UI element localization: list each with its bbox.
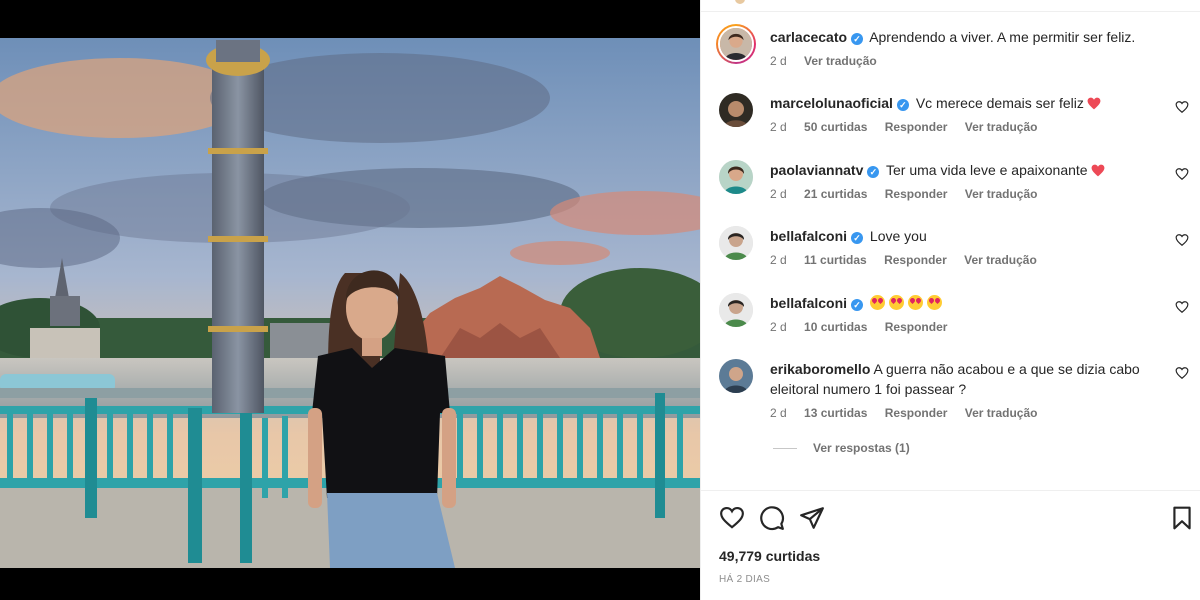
- comment-likes[interactable]: 10 curtidas: [804, 320, 867, 334]
- heart-small-icon[interactable]: [1175, 366, 1189, 380]
- red-heart-icon: [1091, 164, 1105, 177]
- heart-eyes-emoji-icon: [869, 295, 885, 310]
- reply-button[interactable]: Responder: [885, 187, 948, 201]
- commenter-avatar[interactable]: [719, 160, 753, 194]
- caption-translate-link[interactable]: Ver tradução: [804, 54, 877, 68]
- translate-link[interactable]: Ver tradução: [965, 406, 1038, 420]
- likes-count[interactable]: 49,779 curtidas: [719, 548, 820, 564]
- commenter-username[interactable]: erikaboromello: [770, 361, 870, 377]
- share-icon[interactable]: [799, 505, 825, 531]
- view-replies-label: Ver respostas (1): [813, 441, 910, 455]
- save-icon[interactable]: [1169, 505, 1195, 531]
- reply-button[interactable]: Responder: [884, 253, 947, 267]
- heart-eyes-emoji-icon: [926, 295, 942, 310]
- verified-icon: ✓: [896, 99, 909, 111]
- heart-small-icon[interactable]: [1175, 233, 1189, 247]
- caption-text: Aprendendo a viver. A me permitir ser fe…: [869, 29, 1136, 45]
- verified-icon: ✓: [867, 166, 880, 178]
- reply-button[interactable]: Responder: [885, 406, 948, 420]
- verified-icon: ✓: [851, 299, 864, 311]
- comment-age: 2 d: [770, 120, 787, 134]
- post-actions-bar: 49,779 curtidas HÁ 2 DIAS: [701, 490, 1200, 600]
- post-side-panel: carlacecato ✓ Aprendendo a viver. A me pe…: [700, 0, 1200, 600]
- post-photo: [0, 0, 700, 600]
- comment-text: Ter uma vida leve e apaixonante: [886, 162, 1088, 178]
- heart-eyes-emoji-icon: [907, 295, 923, 310]
- comment-likes[interactable]: 13 curtidas: [804, 406, 867, 420]
- heart-small-icon[interactable]: [1175, 300, 1189, 314]
- comment-likes[interactable]: 11 curtidas: [804, 253, 867, 267]
- translate-link[interactable]: Ver tradução: [964, 253, 1037, 267]
- comment-likes[interactable]: 21 curtidas: [804, 187, 867, 201]
- avatar-partial: [735, 0, 745, 4]
- caption-meta: 2 d Ver tradução: [770, 54, 891, 68]
- post-timestamp: HÁ 2 DIAS: [719, 574, 771, 585]
- comment-meta: 2 d 50 curtidas Responder Ver tradução: [770, 120, 1051, 134]
- replies-divider: [773, 447, 797, 449]
- caption-username[interactable]: carlacecato: [770, 29, 847, 45]
- reply-button[interactable]: Responder: [885, 320, 948, 334]
- commenter-avatar[interactable]: [719, 293, 753, 327]
- verified-icon: ✓: [851, 232, 864, 244]
- commenter-avatar[interactable]: [719, 93, 753, 127]
- panel-top-border: [701, 0, 1200, 12]
- comment-meta: 2 d 13 curtidas Responder Ver tradução: [770, 406, 1051, 420]
- reply-button[interactable]: Responder: [885, 120, 948, 134]
- comment-emojis: [869, 295, 946, 311]
- commenter-username[interactable]: bellafalconi: [770, 228, 847, 244]
- comment-age: 2 d: [770, 406, 787, 420]
- red-heart-icon: [1087, 97, 1101, 110]
- comment-icon[interactable]: [759, 505, 785, 531]
- commenter-avatar[interactable]: [719, 226, 753, 260]
- commenter-username[interactable]: paolaviannatv: [770, 162, 863, 178]
- comment-age: 2 d: [770, 253, 787, 267]
- commenter-username[interactable]: marcelolunaoficial: [770, 95, 893, 111]
- verified-icon: ✓: [851, 33, 864, 45]
- author-avatar[interactable]: [716, 24, 756, 64]
- commenter-avatar[interactable]: [719, 359, 753, 393]
- comment-age: 2 d: [770, 187, 787, 201]
- comment-meta: 2 d 10 curtidas Responder: [770, 320, 961, 334]
- comment-likes[interactable]: 50 curtidas: [804, 120, 867, 134]
- comment-text: Vc merece demais ser feliz: [915, 95, 1084, 111]
- comment-meta: 2 d 11 curtidas Responder Ver tradução: [770, 253, 1051, 267]
- comment-age: 2 d: [770, 320, 787, 334]
- comments-list[interactable]: carlacecato ✓ Aprendendo a viver. A me pe…: [701, 14, 1200, 490]
- like-icon[interactable]: [719, 505, 745, 531]
- photo-scene: [0, 38, 700, 568]
- caption-age: 2 d: [770, 54, 787, 68]
- commenter-username[interactable]: bellafalconi: [770, 295, 847, 311]
- comment-text: Love you: [869, 228, 927, 244]
- heart-small-icon[interactable]: [1175, 100, 1189, 114]
- translate-link[interactable]: Ver tradução: [965, 120, 1038, 134]
- heart-eyes-emoji-icon: [888, 295, 904, 310]
- view-replies-button[interactable]: Ver respostas (1): [773, 441, 910, 455]
- comment-meta: 2 d 21 curtidas Responder Ver tradução: [770, 187, 1051, 201]
- translate-link[interactable]: Ver tradução: [965, 187, 1038, 201]
- heart-small-icon[interactable]: [1175, 167, 1189, 181]
